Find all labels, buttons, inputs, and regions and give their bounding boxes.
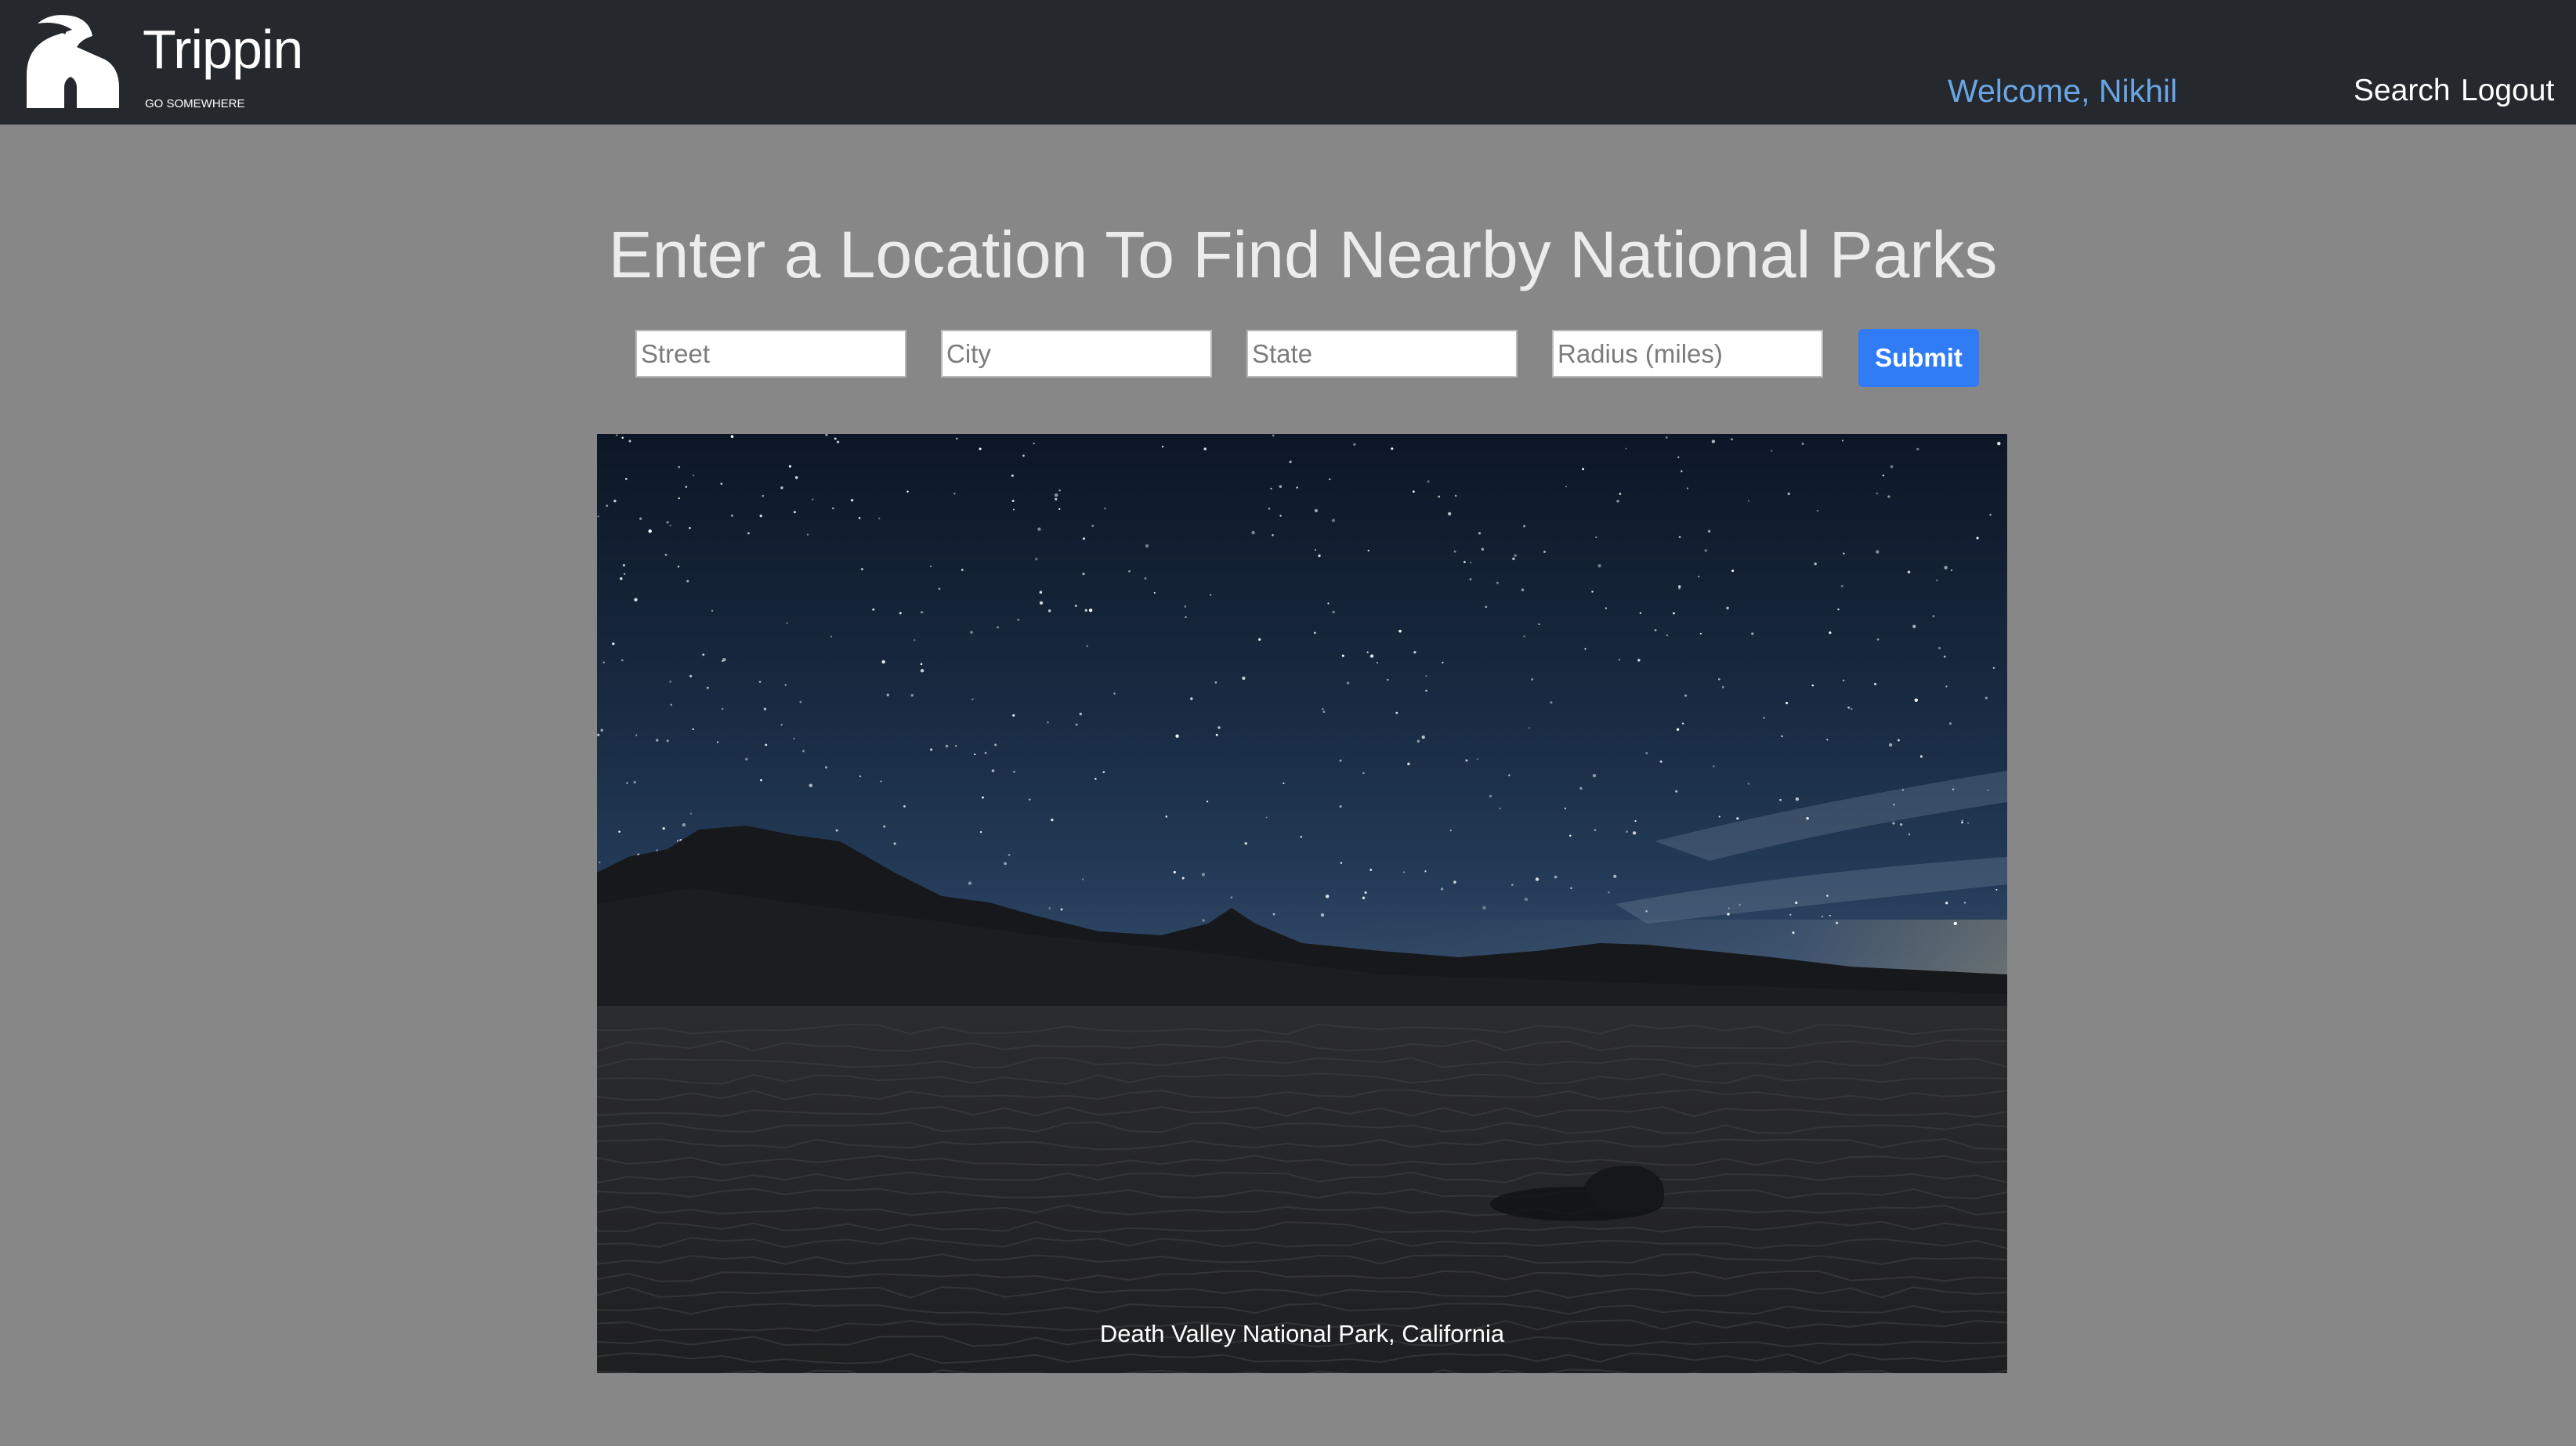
hero-image: Death Valley National Park, California	[597, 434, 2007, 1373]
state-input[interactable]	[1246, 330, 1518, 378]
city-input[interactable]	[941, 330, 1212, 378]
street-input[interactable]	[635, 330, 906, 378]
night-sky-landscape	[597, 434, 2007, 1373]
welcome-message: Welcome, Nikhil	[1948, 73, 2178, 109]
hero-caption: Death Valley National Park, California	[1099, 1320, 1505, 1347]
brand-title[interactable]: Trippin	[143, 14, 303, 85]
radius-input[interactable]	[1552, 330, 1823, 378]
page-title: Enter a Location To Find Nearby National…	[608, 218, 1998, 291]
submit-button[interactable]: Submit	[1858, 329, 1979, 387]
navbar: Trippin GO SOMEWHERE Welcome, Nikhil Sea…	[0, 0, 2576, 125]
nav-search-link[interactable]: Search	[2353, 69, 2451, 113]
brand-tagline: GO SOMEWHERE	[145, 97, 245, 110]
nav-logout-link[interactable]: Logout	[2461, 69, 2554, 113]
winding-road-icon[interactable]	[27, 13, 119, 108]
